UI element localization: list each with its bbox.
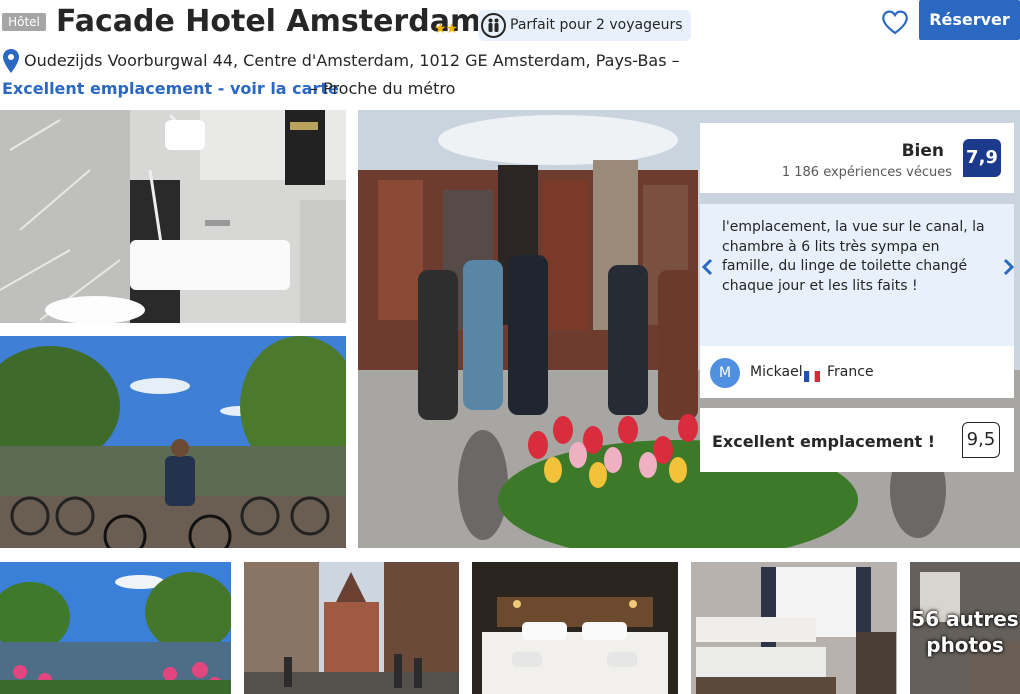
hotel-title: Facade Hotel Amsterdam	[56, 4, 482, 39]
metro-note: – Proche du métro	[310, 79, 456, 98]
location-rating-label: Excellent emplacement !	[712, 432, 936, 451]
map-link[interactable]: Excellent emplacement - voir la carte	[2, 78, 339, 100]
photo-thumb-street[interactable]	[244, 562, 459, 694]
location-pin-icon	[2, 48, 20, 74]
property-type-badge: Hôtel	[2, 13, 46, 31]
people-icon	[481, 13, 506, 38]
france-flag-icon	[804, 367, 820, 382]
score-word: Bien	[901, 141, 944, 161]
chevron-left-icon[interactable]	[700, 258, 716, 276]
reviewer-country: France	[827, 364, 874, 380]
review-quote-card: l'emplacement, la vue sur le canal, la c…	[700, 204, 1014, 346]
chevron-right-icon[interactable]	[1000, 258, 1016, 276]
heart-icon[interactable]	[880, 8, 910, 36]
location-rating-card[interactable]: Excellent emplacement ! 9,5	[700, 408, 1014, 472]
location-score-badge: 9,5	[962, 422, 1000, 458]
photo-canal-cyclist[interactable]	[0, 336, 346, 548]
photo-thumb-canal[interactable]	[0, 562, 231, 694]
more-photos-label: 56 autres photos	[910, 606, 1020, 658]
address-text: Oudezijds Voorburgwal 44, Centre d'Amste…	[24, 51, 680, 70]
star-rating: ★★	[434, 21, 458, 37]
more-photos-word: photos	[926, 633, 1004, 657]
reviewer-name: Mickael	[750, 364, 803, 380]
more-photos-tile[interactable]: 56 autres photos	[910, 562, 1020, 694]
more-photos-count: 56 autres	[911, 607, 1019, 631]
photo-thumb-dorm[interactable]	[691, 562, 897, 694]
photo-thumb-bedroom[interactable]	[472, 562, 678, 694]
review-quote-text: l'emplacement, la vue sur le canal, la c…	[722, 219, 985, 294]
reviewer-card: M Mickael France	[700, 346, 1014, 398]
score-badge: 7,9	[963, 139, 1001, 177]
suitable-for-label: Parfait pour 2 voyageurs	[510, 17, 683, 33]
review-count: 1 186 expériences vécues	[781, 165, 952, 180]
photo-bathroom[interactable]	[0, 110, 346, 323]
review-score-card[interactable]: Bien 1 186 expériences vécues 7,9	[700, 123, 1014, 193]
avatar: M	[710, 358, 740, 388]
suitable-for-badge: Parfait pour 2 voyageurs	[478, 10, 691, 41]
reserve-button[interactable]: Réserver	[919, 0, 1020, 40]
